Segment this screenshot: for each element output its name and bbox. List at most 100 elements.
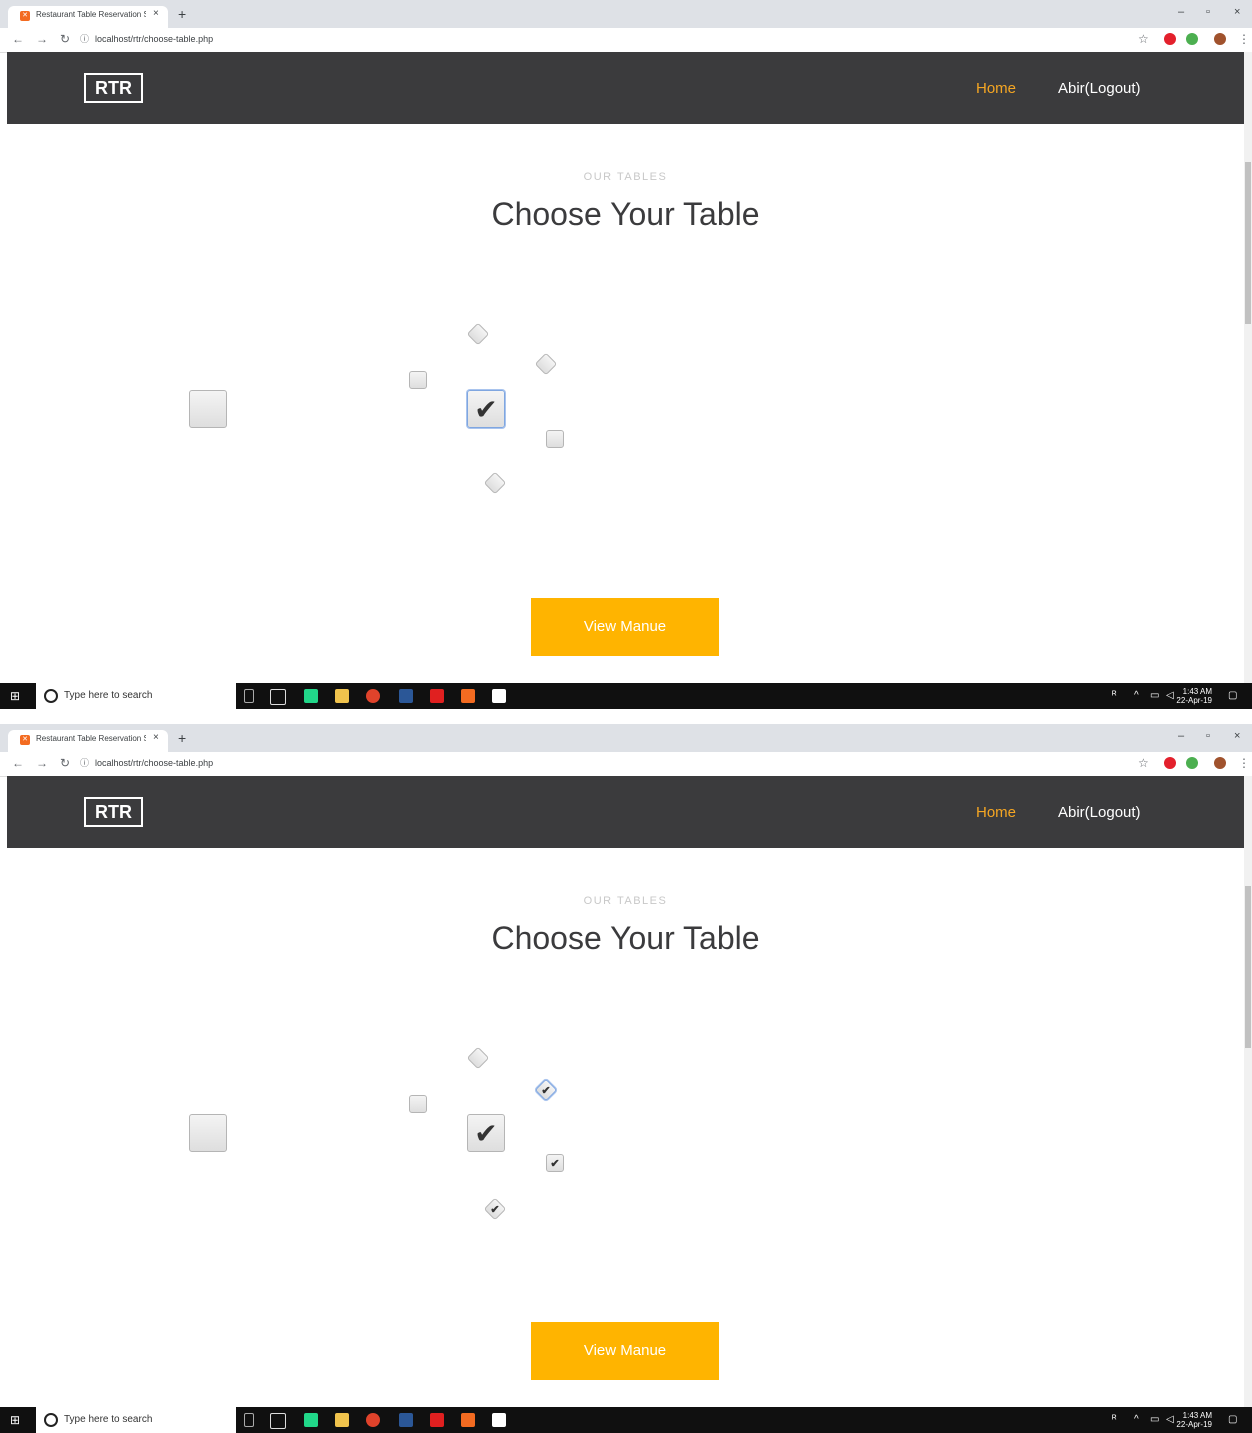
tray-clock[interactable]: 1:43 AM 22-Apr-19 — [1176, 687, 1212, 705]
taskbar-search-placeholder: Type here to search — [64, 690, 153, 701]
extension-icon[interactable] — [1186, 757, 1198, 769]
tab-close-icon[interactable]: × — [153, 8, 159, 19]
photos-icon[interactable] — [492, 1413, 506, 1427]
url-field[interactable]: ⓘ localhost/rtr/choose-table.php — [80, 755, 1120, 772]
page-scrollbar[interactable] — [1244, 52, 1252, 683]
tab-close-icon[interactable]: × — [153, 732, 159, 743]
pycharm-icon[interactable] — [304, 689, 318, 703]
extension-icon[interactable] — [1186, 33, 1198, 45]
scrollbar-thumb[interactable] — [1245, 886, 1251, 1048]
table-right-square[interactable]: ✔ — [546, 1154, 564, 1172]
table-bottom-diamond[interactable]: ✔ — [483, 1197, 507, 1221]
close-window-button[interactable]: × — [1234, 6, 1240, 18]
menu-icon[interactable]: ⋮ — [1238, 32, 1250, 46]
back-icon[interactable]: ← — [12, 32, 24, 46]
table-top-diamond[interactable] — [466, 322, 490, 346]
xampp-favicon-icon: ✕ — [20, 11, 30, 21]
photos-icon[interactable] — [492, 689, 506, 703]
brand-logo[interactable]: RTR — [84, 73, 143, 103]
bookmark-star-icon[interactable]: ☆ — [1138, 756, 1149, 770]
taskbar-search[interactable]: Type here to search — [36, 1407, 236, 1433]
profile-avatar[interactable] — [1214, 33, 1226, 45]
new-tab-button[interactable]: + — [178, 730, 186, 746]
close-window-button[interactable]: × — [1234, 730, 1240, 742]
table-center[interactable]: ✔ — [467, 1114, 505, 1152]
table-upper-right-diamond[interactable] — [534, 352, 558, 376]
word-icon[interactable] — [399, 1413, 413, 1427]
nav-logout-link[interactable]: Abir(Logout) — [1058, 80, 1141, 97]
address-bar: ← → ↻ ⓘ localhost/rtr/choose-table.php ☆ … — [0, 28, 1252, 53]
volume-icon[interactable]: ◁ — [1166, 1414, 1174, 1425]
network-icon[interactable]: ▭ — [1150, 1414, 1159, 1425]
file-explorer-icon[interactable] — [335, 689, 349, 703]
section-eyebrow: OUR TABLES — [583, 171, 668, 183]
table-top-diamond[interactable] — [466, 1046, 490, 1070]
network-icon[interactable]: ▭ — [1150, 690, 1159, 701]
back-icon[interactable]: ← — [12, 756, 24, 770]
taskbar-search-placeholder: Type here to search — [64, 1414, 153, 1425]
microphone-icon[interactable] — [244, 689, 254, 703]
table-bottom-diamond[interactable] — [483, 471, 507, 495]
people-icon[interactable]: ᴿ — [1112, 690, 1117, 701]
reload-icon[interactable]: ↻ — [60, 756, 70, 770]
table-large-left[interactable] — [189, 1114, 227, 1152]
tray-clock[interactable]: 1:43 AM 22-Apr-19 — [1176, 1411, 1212, 1429]
url-text: localhost/rtr/choose-table.php — [95, 34, 214, 44]
reload-icon[interactable]: ↻ — [60, 32, 70, 46]
task-view-icon[interactable] — [270, 1413, 286, 1429]
web-page: RTR Home Abir(Logout) OUR TABLES Choose … — [7, 776, 1244, 1407]
nav-home-link[interactable]: Home — [976, 80, 1016, 97]
pycharm-icon[interactable] — [304, 1413, 318, 1427]
microphone-icon[interactable] — [244, 1413, 254, 1427]
profile-avatar[interactable] — [1214, 757, 1226, 769]
nav-home-link[interactable]: Home — [976, 804, 1016, 821]
minimize-button[interactable]: – — [1178, 6, 1184, 18]
chrome-icon[interactable] — [366, 689, 380, 703]
minimize-button[interactable]: – — [1178, 730, 1184, 742]
people-icon[interactable]: ᴿ — [1112, 1414, 1117, 1425]
view-menu-button[interactable]: View Manue — [531, 1322, 719, 1380]
windows-start-icon[interactable]: ⊞ — [10, 1414, 22, 1426]
opera-extension-icon[interactable] — [1164, 33, 1176, 45]
xampp-icon[interactable] — [461, 1413, 475, 1427]
view-menu-button[interactable]: View Manue — [531, 598, 719, 656]
browser-tab[interactable]: ✕ Restaurant Table Reservation Sys × — [8, 730, 168, 752]
page-scrollbar[interactable] — [1244, 776, 1252, 1407]
table-upper-right-diamond[interactable]: ✔ — [534, 1078, 558, 1102]
file-explorer-icon[interactable] — [335, 1413, 349, 1427]
acrobat-icon[interactable] — [430, 689, 444, 703]
opera-extension-icon[interactable] — [1164, 757, 1176, 769]
word-icon[interactable] — [399, 689, 413, 703]
volume-icon[interactable]: ◁ — [1166, 690, 1174, 701]
browser-tab-bar: ✕ Restaurant Table Reservation Sys × + –… — [0, 724, 1252, 752]
new-tab-button[interactable]: + — [178, 6, 186, 22]
xampp-icon[interactable] — [461, 689, 475, 703]
url-field[interactable]: ⓘ localhost/rtr/choose-table.php — [80, 31, 1120, 48]
url-text: localhost/rtr/choose-table.php — [95, 758, 214, 768]
table-center[interactable]: ✔ — [467, 390, 505, 428]
notifications-icon[interactable]: ▢ — [1228, 690, 1237, 701]
maximize-button[interactable]: ▫ — [1206, 730, 1210, 742]
table-right-square[interactable] — [546, 430, 564, 448]
maximize-button[interactable]: ▫ — [1206, 6, 1210, 18]
notifications-icon[interactable]: ▢ — [1228, 1414, 1237, 1425]
taskbar-search[interactable]: Type here to search — [36, 683, 236, 709]
task-view-icon[interactable] — [270, 689, 286, 705]
acrobat-icon[interactable] — [430, 1413, 444, 1427]
brand-logo[interactable]: RTR — [84, 797, 143, 827]
tray-chevron-icon[interactable]: ^ — [1134, 1414, 1139, 1425]
scrollbar-thumb[interactable] — [1245, 162, 1251, 324]
browser-tab[interactable]: ✕ Restaurant Table Reservation Sys × — [8, 6, 168, 28]
table-small-left[interactable] — [409, 371, 427, 389]
windows-start-icon[interactable]: ⊞ — [10, 690, 22, 702]
nav-logout-link[interactable]: Abir(Logout) — [1058, 804, 1141, 821]
forward-icon[interactable]: → — [36, 756, 48, 770]
forward-icon[interactable]: → — [36, 32, 48, 46]
table-large-left[interactable] — [189, 390, 227, 428]
tray-chevron-icon[interactable]: ^ — [1134, 690, 1139, 701]
chrome-icon[interactable] — [366, 1413, 380, 1427]
table-small-left[interactable] — [409, 1095, 427, 1113]
screenshot-1: ✕ Restaurant Table Reservation Sys × + –… — [0, 0, 1252, 709]
bookmark-star-icon[interactable]: ☆ — [1138, 32, 1149, 46]
menu-icon[interactable]: ⋮ — [1238, 756, 1250, 770]
